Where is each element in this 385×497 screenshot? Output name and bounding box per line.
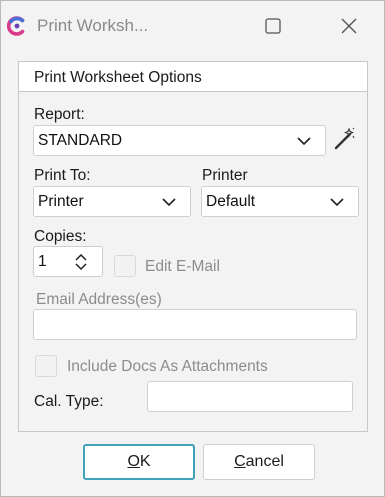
cal-type-input[interactable] <box>147 381 353 412</box>
include-docs-checkbox[interactable] <box>35 355 57 377</box>
group-title: Print Worksheet Options <box>34 69 202 86</box>
cancel-label-rest: ancel <box>245 453 284 470</box>
title-bar: Print Worksh... <box>1 1 384 51</box>
cancel-button[interactable]: Cancel <box>203 444 315 480</box>
email-address-label: Email Address(es) <box>36 291 162 308</box>
printer-combobox[interactable]: Default <box>201 186 359 217</box>
magic-wand-icon[interactable] <box>333 127 357 151</box>
group-header: Print Worksheet Options <box>19 62 367 92</box>
print-worksheet-dialog: Print Worksh... Print Worksheet Options … <box>0 0 385 497</box>
printer-value: Default <box>206 193 256 210</box>
ok-button[interactable]: OK <box>83 444 195 480</box>
close-button[interactable] <box>336 13 362 39</box>
printer-label: Printer <box>202 167 248 184</box>
copies-spinner[interactable]: 1 <box>33 246 103 277</box>
chevron-down-icon <box>330 197 344 207</box>
include-docs-label: Include Docs As Attachments <box>67 358 268 375</box>
copies-value: 1 <box>38 253 47 270</box>
chevron-down-icon <box>297 136 311 146</box>
ok-mnemonic: O <box>127 453 140 470</box>
app-logo-icon <box>6 16 27 36</box>
print-to-label: Print To: <box>34 167 91 184</box>
print-to-combobox[interactable]: Printer <box>33 186 191 217</box>
chevron-down-icon <box>162 197 176 207</box>
print-to-value: Printer <box>38 193 84 210</box>
window-title: Print Worksh... <box>37 16 149 35</box>
maximize-button[interactable] <box>260 13 286 39</box>
report-label: Report: <box>34 106 85 123</box>
ok-label-rest: K <box>139 453 151 470</box>
report-value: STANDARD <box>38 132 123 149</box>
email-address-input[interactable] <box>33 309 357 340</box>
edit-email-label: Edit E-Mail <box>145 258 220 275</box>
copies-label: Copies: <box>34 228 87 245</box>
spinner-arrows-icon[interactable] <box>74 252 88 277</box>
cal-type-label: Cal. Type: <box>34 393 104 410</box>
edit-email-checkbox[interactable] <box>114 255 136 277</box>
report-combobox[interactable]: STANDARD <box>33 125 326 156</box>
cancel-mnemonic: C <box>234 453 246 470</box>
minimize-button[interactable] <box>182 13 208 39</box>
